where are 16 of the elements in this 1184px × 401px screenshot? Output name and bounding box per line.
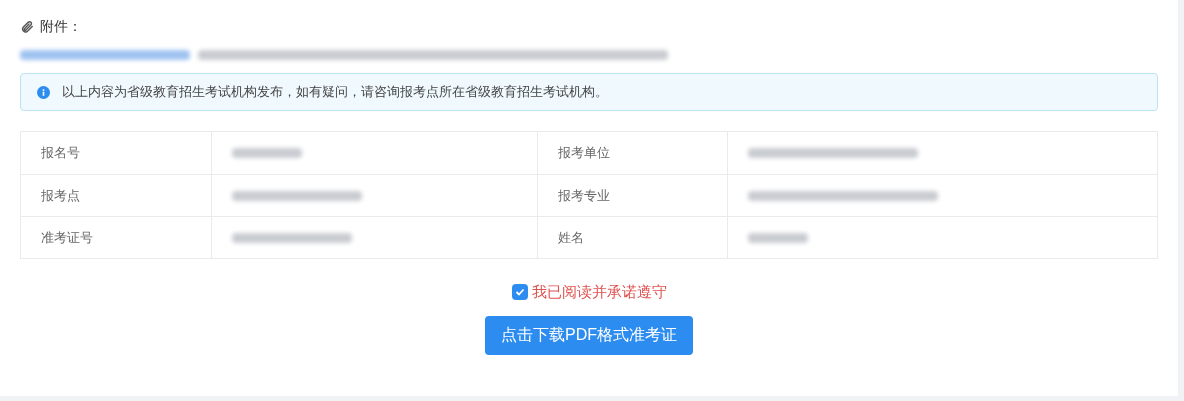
paperclip-icon [20,19,34,34]
field-label: 报考单位 [558,144,610,163]
field-label: 报名号 [41,144,80,163]
field-label: 准考证号 [41,228,93,247]
check-icon [514,287,525,298]
download-button[interactable]: 点击下载PDF格式准考证 [485,315,693,355]
agreement-checkbox[interactable] [511,284,528,301]
attachment-label: 附件： [40,17,82,36]
agreement-label: 我已阅读并承诺遵守 [531,282,667,302]
redacted-text [748,232,808,243]
field-label: 报考点 [41,186,80,205]
field-label: 报考专业 [558,186,610,205]
notice-text: 以上内容为省级教育招生考试机构发布，如有疑问，请咨询报考点所在省级教育招生考试机构。 [62,83,608,102]
info-icon [37,85,50,99]
field-label: 姓名 [558,228,584,247]
redacted-text [232,148,302,158]
